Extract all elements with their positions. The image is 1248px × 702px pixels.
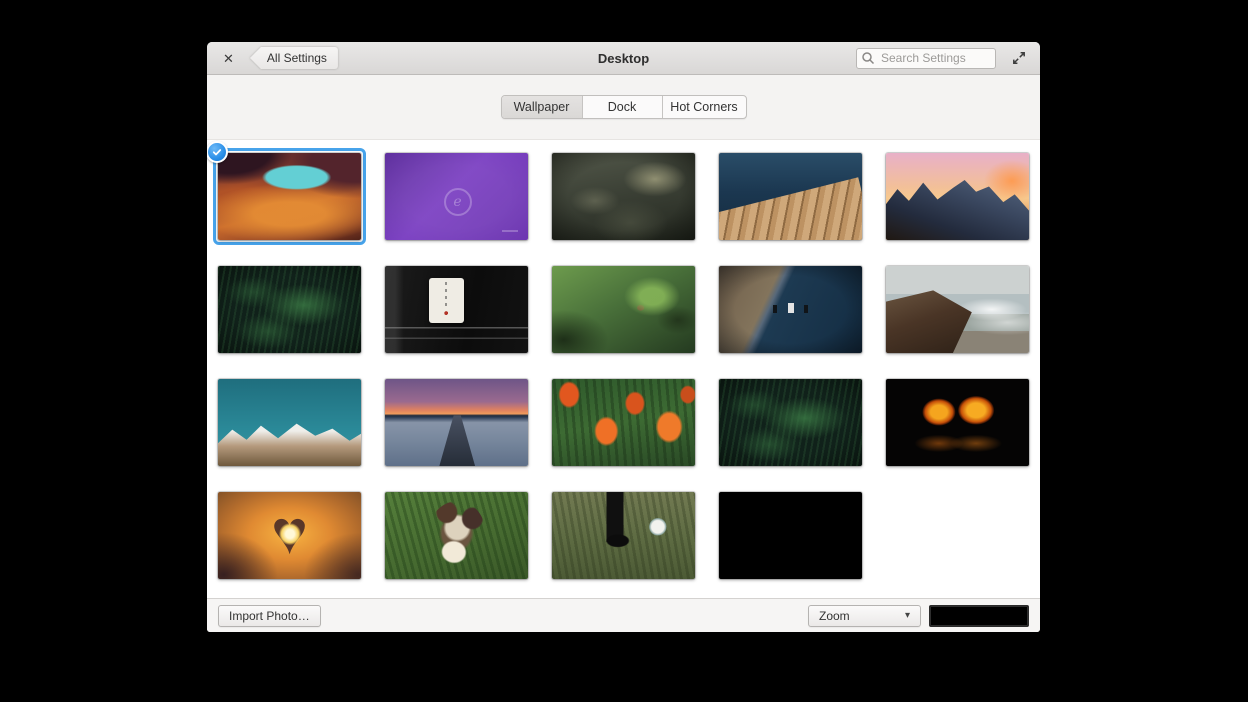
wallpaper-image <box>719 153 862 240</box>
wallpaper-image <box>552 492 695 579</box>
wallpaper-thumbnail-coastal-cliff-waves[interactable] <box>886 266 1029 353</box>
back-button-wrap: All Settings <box>250 47 338 69</box>
action-bar: Import Photo… Zoom ▾ <box>207 598 1040 632</box>
tab-switcher: Wallpaper Dock Hot Corners <box>501 95 747 119</box>
wallpaper-thumbnail-puppy-on-grass[interactable] <box>385 492 528 579</box>
headerbar: ✕ All Settings Desktop <box>207 42 1040 75</box>
wallpaper-image <box>719 492 862 579</box>
wallpaper-thumbnail-glowing-jack-o-lanterns[interactable] <box>886 379 1029 466</box>
color-swatch-button[interactable] <box>929 605 1029 627</box>
tab-band: Wallpaper Dock Hot Corners <box>207 75 1040 140</box>
wallpaper-image <box>719 379 862 466</box>
wallpaper-image <box>719 266 862 353</box>
wallpaper-thumbnail-dark-fern-leaves-2[interactable] <box>719 379 862 466</box>
wallpaper-image <box>218 492 361 579</box>
wallpaper-thumbnail-heart-hands-sunset[interactable] <box>218 492 361 579</box>
wallpaper-grid-area <box>207 140 1040 598</box>
wallpaper-image <box>218 266 361 353</box>
wallpaper-thumbnail-paper-lantern-night[interactable] <box>385 266 528 353</box>
resize-expand-icon[interactable] <box>1010 49 1028 67</box>
wallpaper-image <box>552 379 695 466</box>
wallpaper-image <box>218 153 361 240</box>
wallpaper-mode-combobox[interactable]: Zoom ▾ <box>808 605 921 627</box>
search-icon <box>861 51 875 65</box>
all-settings-back-button[interactable]: All Settings <box>250 47 338 69</box>
wallpaper-thumbnail-pier-at-sunset[interactable] <box>385 379 528 466</box>
wallpaper-image <box>218 379 361 466</box>
wallpaper-thumbnail-antelope-canyon[interactable] <box>218 153 361 240</box>
wallpaper-image <box>385 266 528 353</box>
wallpaper-image <box>886 153 1029 240</box>
wallpaper-thumbnail-solid-black-color[interactable] <box>719 492 862 579</box>
wallpaper-thumbnail-wooden-boardwalk-water[interactable] <box>719 153 862 240</box>
wallpaper-image <box>385 492 528 579</box>
import-photo-button[interactable]: Import Photo… <box>218 605 321 627</box>
wallpaper-image <box>385 153 528 240</box>
wallpaper-thumbnail-soccer-ball-cleats[interactable] <box>552 492 695 579</box>
wallpaper-image <box>886 379 1029 466</box>
wallpaper-grid <box>218 153 1040 579</box>
wallpaper-thumbnail-snowy-mountains-teal-sky[interactable] <box>218 379 361 466</box>
wallpaper-image <box>552 266 695 353</box>
wallpaper-thumbnail-satellite-over-coast[interactable] <box>719 266 862 353</box>
wallpaper-thumbnail-green-plant-branch[interactable] <box>552 266 695 353</box>
wallpaper-thumbnail-elementary-purple-logo[interactable] <box>385 153 528 240</box>
wallpaper-thumbnail-mountain-ridge-sunset[interactable] <box>886 153 1029 240</box>
wallpaper-image <box>385 379 528 466</box>
search-field-wrap <box>856 48 996 69</box>
settings-window: ✕ All Settings Desktop Wallpaper Dock <box>207 42 1040 632</box>
wallpaper-thumbnail-foggy-forest-mountain[interactable] <box>552 153 695 240</box>
wallpaper-thumbnail-orange-tulip-field[interactable] <box>552 379 695 466</box>
search-input[interactable] <box>856 48 996 69</box>
chevron-down-icon: ▾ <box>905 610 910 621</box>
wallpaper-image <box>552 153 695 240</box>
close-icon[interactable]: ✕ <box>219 50 238 67</box>
wallpaper-image <box>886 266 1029 353</box>
tab-dock[interactable]: Dock <box>582 96 662 118</box>
combobox-value: Zoom <box>819 609 905 623</box>
selected-check-icon <box>207 141 228 163</box>
wallpaper-thumbnail-dark-fern-leaves[interactable] <box>218 266 361 353</box>
tab-hot-corners[interactable]: Hot Corners <box>662 96 746 118</box>
tab-wallpaper[interactable]: Wallpaper <box>502 96 582 118</box>
